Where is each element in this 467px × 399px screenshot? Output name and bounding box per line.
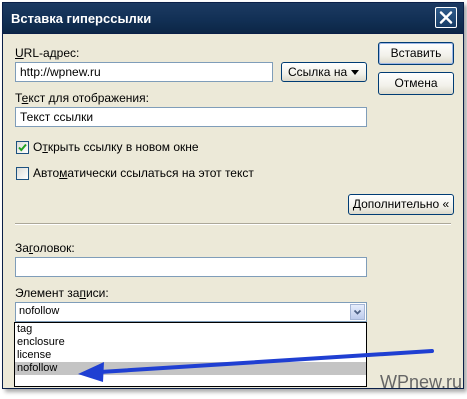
url-input[interactable]: http://wpnew.ru (15, 62, 273, 82)
open-new-window-label[interactable]: Открыть ссылку в новом окне (33, 140, 199, 154)
select-arrow-button[interactable] (350, 304, 365, 320)
section-divider (15, 223, 451, 225)
open-new-window-checkbox[interactable] (16, 141, 29, 154)
display-text-input[interactable]: Текст ссылки (15, 107, 367, 127)
cancel-button[interactable]: Отмена (378, 72, 454, 95)
heading-input[interactable] (15, 257, 367, 277)
chevron-down-icon (353, 309, 362, 315)
display-text-label: Текст для отображения: (15, 91, 149, 105)
title-bar[interactable]: Вставка гиперссылки (3, 3, 463, 34)
chevron-down-icon (351, 70, 359, 75)
link-to-dropdown[interactable]: Ссылка на (281, 62, 367, 82)
url-label: URL-адрес: (15, 46, 80, 60)
insert-button[interactable]: Вставить (378, 42, 454, 65)
close-icon (439, 11, 453, 24)
advanced-button[interactable]: Дополнительно « (348, 194, 454, 215)
auto-link-checkbox[interactable] (16, 167, 29, 180)
dialog-title: Вставка гиперссылки (11, 11, 152, 26)
heading-label: Заголовок: (15, 241, 75, 255)
auto-link-label[interactable]: Автоматически ссылаться на этот текст (33, 166, 254, 180)
record-element-select[interactable]: nofollow (15, 302, 367, 322)
close-button[interactable] (435, 7, 457, 28)
dropdown-option-tag[interactable]: tag (15, 323, 366, 336)
watermark-text: WPnew.ru (380, 372, 463, 392)
checkmark-icon (18, 143, 27, 152)
record-element-label: Элемент записи: (15, 286, 109, 300)
